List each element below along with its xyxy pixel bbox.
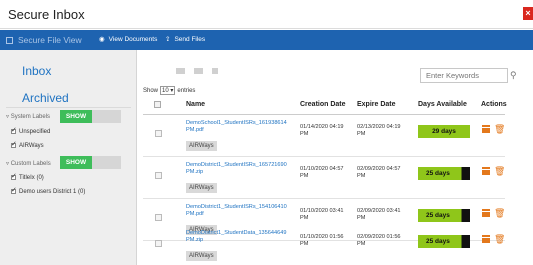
- column-header-expire-date[interactable]: Expire Date: [357, 101, 396, 108]
- sidebar-item-archived[interactable]: Archived: [22, 91, 69, 105]
- days-available-badge: 25 days: [418, 235, 470, 248]
- label-item-unspecified[interactable]: Unspecified: [11, 126, 51, 135]
- column-header-creation-date[interactable]: Creation Date: [300, 101, 346, 108]
- custom-labels-show-button[interactable]: SHOW: [60, 156, 92, 169]
- checkbox[interactable]: [11, 140, 17, 148]
- system-labels-label: System Labels: [10, 114, 51, 120]
- expire-date: 02/09/2020 04:57 PM: [357, 166, 401, 179]
- days-available-badge: 25 days: [418, 167, 470, 180]
- row-checkbox[interactable]: [155, 130, 162, 137]
- archive-icon[interactable]: [482, 167, 490, 175]
- row-checkbox[interactable]: [155, 214, 162, 221]
- send-files-label: Send Files: [174, 36, 206, 43]
- entries-select[interactable]: 10 ▾: [160, 86, 176, 95]
- label-item-airways[interactable]: AIRWays: [11, 140, 44, 149]
- archive-icon[interactable]: [482, 235, 490, 243]
- row-checkbox[interactable]: [155, 172, 162, 179]
- file-name-link[interactable]: DemoDistrict1_StudentISRs_165721690 PM.z…: [186, 162, 287, 176]
- show-prefix: Show: [143, 88, 159, 94]
- refresh-icon[interactable]: [212, 68, 218, 74]
- custom-labels-label: Custom Labels: [10, 161, 51, 167]
- show-suffix: entries: [177, 88, 196, 94]
- trash-icon[interactable]: 🗑: [494, 124, 505, 134]
- top-navbar: Secure File View ◉ View Documents ⇪ Send F…: [0, 30, 533, 50]
- column-header-days-available[interactable]: Days Available: [418, 101, 467, 108]
- search-input[interactable]: [420, 68, 508, 83]
- window-titlebar: Secure Inbox ×: [0, 0, 533, 29]
- view-documents-tab[interactable]: ◉ View Documents: [99, 30, 157, 50]
- system-labels-show-button[interactable]: SHOW: [60, 110, 92, 123]
- label-item-text: AIRWays: [19, 143, 44, 149]
- expire-date: 02/13/2020 04:19 PM: [357, 124, 401, 137]
- checkbox[interactable]: [11, 172, 17, 180]
- window-title: Secure Inbox: [8, 7, 85, 22]
- archive-icon[interactable]: [482, 125, 490, 133]
- label-item-text: TitleIx (0): [19, 175, 44, 181]
- archive-icon[interactable]: [482, 209, 490, 217]
- expire-date: 02/09/2020 03:41 PM: [357, 208, 401, 221]
- label-item-text: Unspecified: [19, 129, 51, 135]
- label-tag: AIRWays: [186, 141, 217, 151]
- entries-select-value: 10: [162, 88, 169, 94]
- checkbox[interactable]: [11, 126, 17, 134]
- custom-labels-hide-button[interactable]: [92, 156, 121, 169]
- sidebar: Inbox Archived ▿ System Labels SHOW Unsp…: [0, 50, 137, 265]
- trash-icon[interactable]: 🗑: [494, 234, 505, 244]
- days-available-badge: 25 days: [418, 209, 470, 222]
- upload-icon: ⇪: [165, 36, 171, 43]
- trash-icon[interactable]: 🗑: [494, 166, 505, 176]
- send-files-tab[interactable]: ⇪ Send Files: [165, 30, 205, 50]
- grid-view-icon[interactable]: [194, 68, 203, 74]
- file-view-icon: [6, 37, 13, 44]
- show-entries-control: Show 10 ▾ entries: [143, 86, 195, 95]
- checkbox[interactable]: [11, 186, 17, 194]
- brand-label: Secure File View: [18, 35, 82, 45]
- row-checkbox[interactable]: [155, 240, 162, 247]
- table-row: DemoDistrict1_StudentData_135644649 PM.z…: [143, 225, 505, 265]
- eye-icon: ◉: [99, 36, 105, 43]
- sidebar-divider: [6, 107, 131, 108]
- creation-date: 01/10/2020 03:41 PM: [300, 208, 344, 221]
- close-button[interactable]: ×: [523, 7, 533, 20]
- trash-icon[interactable]: 🗑: [494, 208, 505, 218]
- days-available-badge: 29 days: [418, 125, 470, 138]
- label-tag: AIRWays: [186, 183, 217, 193]
- search-icon[interactable]: ⚲: [510, 70, 517, 81]
- file-name-link[interactable]: DemoDistrict1_StudentISRs_154106410 PM.p…: [186, 204, 287, 218]
- file-name-link[interactable]: DemoDistrict1_StudentData_135644649 PM.z…: [186, 230, 286, 244]
- creation-date: 01/14/2020 04:19 PM: [300, 124, 344, 137]
- system-labels-hide-button[interactable]: [92, 110, 121, 123]
- creation-date: 01/10/2020 01:56 PM: [300, 234, 344, 247]
- expire-date: 02/09/2020 01:56 PM: [357, 234, 401, 247]
- table-row: DemoDistrict1_StudentISRs_165721690 PM.z…: [143, 157, 505, 199]
- file-name-link[interactable]: DemoSchool1_StudentISRs_161938614 PM.pdf: [186, 120, 287, 134]
- label-item-demo-users[interactable]: Demo users District 1 (0): [11, 186, 86, 195]
- label-tag: AIRWays: [186, 251, 217, 261]
- column-header-name[interactable]: Name: [186, 101, 205, 108]
- label-item-text: Demo users District 1 (0): [19, 189, 86, 195]
- table-row: DemoSchool1_StudentISRs_161938614 PM.pdf…: [143, 115, 505, 157]
- custom-labels-toggle[interactable]: SHOW: [60, 156, 121, 169]
- label-item-titleix[interactable]: TitleIx (0): [11, 172, 44, 181]
- view-documents-label: View Documents: [108, 36, 158, 43]
- creation-date: 01/10/2020 04:57 PM: [300, 166, 344, 179]
- system-labels-heading[interactable]: ▿ System Labels: [6, 113, 50, 120]
- select-all-checkbox[interactable]: [154, 101, 161, 108]
- custom-labels-heading[interactable]: ▿ Custom Labels: [6, 160, 51, 167]
- system-labels-toggle[interactable]: SHOW: [60, 110, 121, 123]
- column-header-actions: Actions: [481, 101, 507, 108]
- brand-link[interactable]: Secure File View: [6, 30, 82, 50]
- sidebar-item-inbox[interactable]: Inbox: [22, 64, 51, 78]
- list-view-icon[interactable]: [176, 68, 185, 74]
